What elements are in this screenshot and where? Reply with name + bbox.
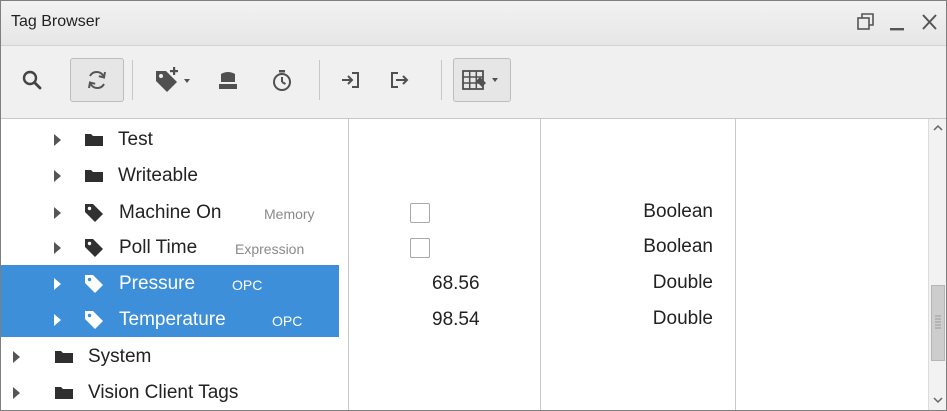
window-title: Tag Browser [11, 13, 100, 30]
scrollbar-thumb[interactable] [931, 285, 945, 361]
restore-icon[interactable] [854, 9, 876, 35]
folder-icon [85, 170, 103, 182]
tag-type-label: Memory [264, 206, 315, 222]
tag-icon [85, 204, 103, 222]
close-icon[interactable] [919, 9, 941, 35]
database-icon [219, 72, 237, 89]
expand-arrow-icon[interactable] [54, 278, 61, 290]
toolbar-separator [319, 60, 320, 100]
vertical-scrollbar[interactable] [928, 119, 946, 410]
folder-icon [85, 134, 103, 146]
expand-arrow-icon[interactable] [54, 170, 61, 182]
toolbar [1, 46, 946, 119]
tag-icon [85, 311, 103, 329]
add-tag-button[interactable] [145, 58, 199, 102]
tag-type-label: OPC [272, 313, 303, 329]
refresh-button[interactable] [70, 58, 124, 102]
timer-button[interactable] [265, 58, 299, 102]
toolbar-separator [441, 60, 442, 100]
tree-item-label: Temperature [119, 309, 226, 330]
tree-item-label: Writeable [118, 165, 198, 186]
database-button[interactable] [211, 58, 245, 102]
tree-item-label: System [88, 346, 152, 367]
folder-icon [55, 387, 73, 399]
tree-item-label: Machine On [119, 202, 222, 223]
tree-row[interactable]: Writeable [1, 157, 339, 193]
tree-row[interactable]: Pressure OPC [1, 265, 339, 301]
search-icon [22, 70, 42, 90]
toolbar-separator [132, 60, 133, 100]
column-divider [735, 119, 736, 410]
grip-icon [935, 315, 941, 329]
tree-row[interactable]: System [1, 338, 339, 374]
table-view-button[interactable] [453, 58, 511, 102]
tag-icon [85, 239, 103, 257]
datatype-cell: Double [652, 308, 713, 329]
tag-icon [85, 275, 103, 293]
minimize-icon[interactable] [887, 9, 909, 35]
column-divider [348, 119, 349, 410]
expand-arrow-icon[interactable] [54, 207, 61, 219]
search-button[interactable] [15, 58, 49, 102]
value-cell: 68.56 [432, 273, 480, 294]
tree-row[interactable]: Test [1, 121, 339, 157]
tag-type-label: OPC [232, 277, 263, 293]
expand-arrow-icon[interactable] [54, 134, 61, 146]
tree-item-label: Test [118, 129, 153, 150]
value-checkbox[interactable] [410, 203, 430, 223]
refresh-icon [88, 71, 106, 89]
expand-arrow-icon[interactable] [13, 351, 20, 363]
tag-table: Test Writeable Machine On Memory Poll Ti… [1, 119, 946, 410]
folder-icon [55, 351, 73, 363]
scroll-down-arrow-icon[interactable] [932, 394, 944, 406]
table-view-icon [462, 70, 498, 90]
tree-item-label: Poll Time [119, 237, 198, 258]
tree-item-label: Vision Client Tags [88, 382, 239, 403]
export-icon [391, 72, 409, 88]
expand-arrow-icon[interactable] [13, 387, 20, 399]
column-divider [540, 119, 541, 410]
datatype-cell: Boolean [643, 236, 713, 257]
tree-row[interactable]: Machine On Memory [1, 194, 339, 230]
tree-row[interactable]: Temperature OPC [1, 301, 339, 337]
import-icon [342, 72, 359, 88]
expand-arrow-icon[interactable] [54, 314, 61, 326]
datatype-cell: Double [652, 272, 713, 293]
tree-item-label: Pressure [119, 273, 196, 294]
title-bar: Tag Browser [1, 1, 946, 46]
tree-row[interactable]: Poll Time Expression [1, 229, 339, 265]
value-cell: 98.54 [432, 309, 480, 330]
add-tag-icon [156, 67, 190, 92]
export-button[interactable] [382, 58, 416, 102]
tag-type-label: Expression [235, 241, 305, 257]
scroll-up-arrow-icon[interactable] [932, 122, 944, 134]
expand-arrow-icon[interactable] [54, 242, 61, 254]
tree-row[interactable]: Vision Client Tags [1, 374, 339, 410]
tag-browser-window: Tag Browser Test Writeable Machine On Me… [0, 0, 947, 411]
datatype-cell: Boolean [643, 201, 713, 222]
timer-icon [273, 70, 291, 91]
value-checkbox[interactable] [410, 238, 430, 258]
import-button[interactable] [334, 58, 368, 102]
